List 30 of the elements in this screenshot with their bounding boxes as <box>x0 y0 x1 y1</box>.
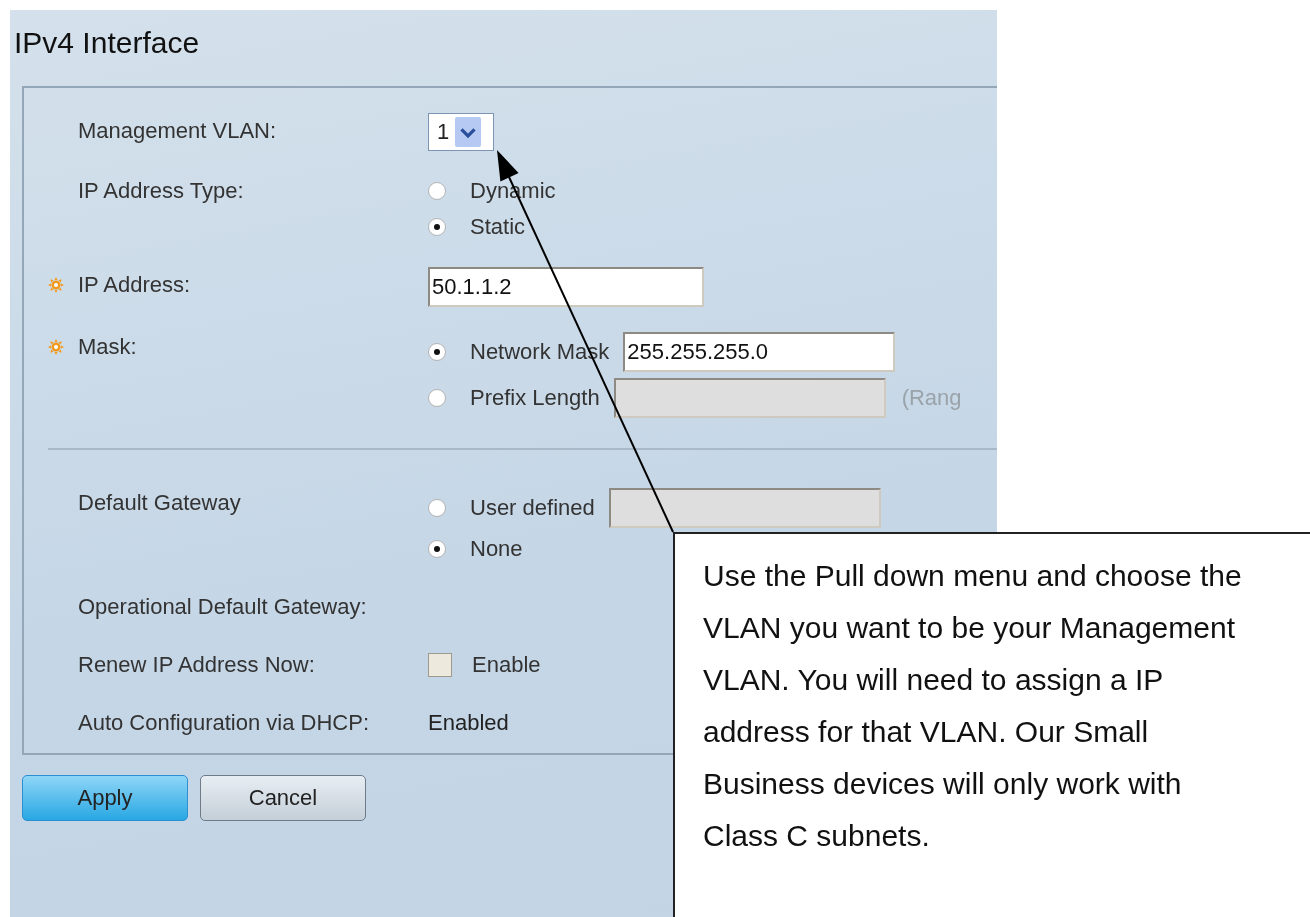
cancel-button[interactable]: Cancel <box>200 775 366 821</box>
radio-button[interactable] <box>428 499 446 517</box>
field-label: Mask: <box>78 333 137 361</box>
radio-button[interactable] <box>428 389 446 407</box>
range-hint: (Rang <box>901 384 962 412</box>
field-label: Default Gateway <box>78 489 241 517</box>
input-field[interactable]: 50.1.1.2 <box>428 267 704 307</box>
caret-icon <box>455 117 482 147</box>
page-title: IPv4 Interface <box>13 25 201 61</box>
option-label: User defined <box>470 494 595 522</box>
radio-button[interactable] <box>428 182 446 200</box>
option-label: None <box>470 535 523 563</box>
radio-button[interactable] <box>428 540 446 558</box>
input-field[interactable]: 255.255.255.0 <box>623 332 896 372</box>
option-label: Prefix Length <box>470 384 600 412</box>
callout-text: Use the Pull down menu and choose the VLAN you want to be your Management VLAN. You will need to assign a IP address for that VLAN. Our Small Business devices will only work with Class C subnets. <box>703 558 1243 854</box>
vlan-dropdown[interactable]: 1 <box>428 113 494 151</box>
option-label: Enable <box>472 651 541 679</box>
radio-button[interactable] <box>428 218 446 236</box>
apply-button[interactable]: Apply <box>22 775 188 821</box>
field-label: IP Address: <box>78 271 191 299</box>
field-label: Operational Default Gateway: <box>78 593 367 621</box>
field-label: Renew IP Address Now: <box>78 651 315 679</box>
field-label: Auto Configuration via DHCP: <box>78 709 370 737</box>
field-label: Management VLAN: <box>78 117 277 145</box>
field-value: Enabled <box>428 709 509 737</box>
option-label: Static <box>470 213 526 241</box>
radio-button[interactable] <box>428 343 446 361</box>
field-label: IP Address Type: <box>78 177 244 205</box>
checkbox[interactable] <box>428 653 452 677</box>
